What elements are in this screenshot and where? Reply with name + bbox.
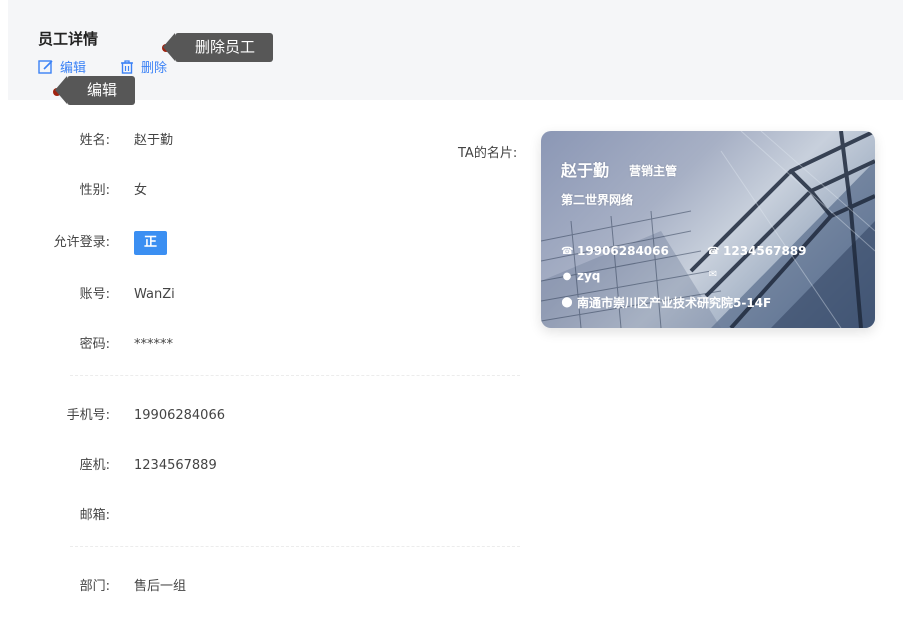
status-badge: 正常 (134, 231, 168, 274)
card-mobile: ☎ 19906284066 (561, 244, 669, 258)
field-label: 座机: (79, 458, 110, 473)
edit-icon (38, 59, 53, 74)
field-value: 1234567889 (134, 458, 217, 473)
card-wechat-value: zyq (577, 269, 601, 283)
card-address: ⬤ 南通市崇川区产业技术研究院5-14F (561, 294, 771, 311)
business-card: 赵于勤 营销主管 第二世界网络 ☎ 19906284066 ☎ 12345678… (541, 131, 875, 328)
card-landline-value: 1234567889 (723, 244, 807, 258)
mail-icon: ✉ (708, 269, 718, 280)
section-divider (70, 375, 520, 376)
card-email: ✉ (707, 269, 723, 280)
card-label: TA的名片: (458, 146, 518, 161)
phone-icon: ☎ (561, 245, 574, 257)
field-label: 允许登录: (53, 235, 110, 250)
field-label: 邮箱: (79, 508, 110, 523)
header-bar (8, 0, 903, 100)
field-label: 姓名: (79, 133, 110, 148)
delete-button[interactable]: 删除 (119, 57, 167, 76)
edit-button[interactable]: 编辑 (38, 57, 86, 76)
card-address-value: 南通市崇川区产业技术研究院5-14F (577, 296, 772, 310)
card-wechat: ● zyq (561, 269, 601, 283)
field-label: 密码: (79, 337, 110, 352)
wechat-icon: ● (562, 270, 572, 282)
field-value: 赵于勤 (134, 133, 174, 148)
field-value: 19906284066 (134, 408, 225, 423)
card-company: 第二世界网络 (561, 193, 634, 207)
field-value: WanZi (134, 287, 175, 302)
edit-tooltip: 编辑 (54, 76, 136, 105)
card-mobile-value: 19906284066 (577, 244, 669, 258)
page-title: 员工详情 (38, 30, 99, 48)
edit-label: 编辑 (60, 61, 87, 76)
card-job-title: 营销主管 (629, 164, 678, 178)
card-name: 赵于勤 (561, 161, 610, 180)
location-icon: ⬤ (561, 297, 573, 308)
field-label: 部门: (79, 579, 110, 594)
card-landline: ☎ 1234567889 (707, 244, 807, 258)
field-value: ****** (134, 337, 173, 352)
field-label: 手机号: (66, 408, 110, 423)
field-label: 账号: (79, 287, 110, 302)
telephone-icon: ☎ (707, 245, 720, 257)
delete-tooltip: 删除员工 (162, 33, 274, 62)
section-divider (70, 546, 520, 547)
trash-icon (121, 59, 133, 74)
field-value: 售后一组 (134, 579, 187, 594)
field-value: 女 (134, 183, 148, 198)
field-label: 性别: (79, 183, 110, 198)
